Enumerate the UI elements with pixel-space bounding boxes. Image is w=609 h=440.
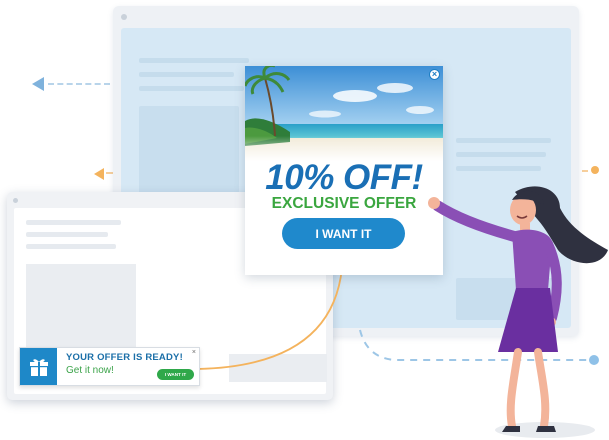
placeholder-block	[139, 106, 239, 196]
placeholder-line	[456, 138, 551, 143]
placeholder-line	[139, 72, 234, 77]
close-icon[interactable]: ×	[429, 69, 440, 80]
placeholder-line	[26, 244, 116, 249]
placeholder-block	[26, 264, 136, 349]
woman-illustration	[428, 186, 608, 438]
gift-icon	[20, 348, 57, 385]
toast-title: YOUR OFFER IS READY!	[66, 352, 183, 363]
toast-subtitle: Get it now!	[66, 365, 114, 376]
toast-close-icon[interactable]: ×	[192, 349, 196, 356]
placeholder-line	[26, 232, 108, 237]
offer-toast: YOUR OFFER IS READY! Get it now! × I WAN…	[19, 347, 200, 386]
placeholder-line	[139, 86, 244, 91]
placeholder-line	[456, 152, 546, 157]
i-want-it-button[interactable]: I WANT IT	[282, 218, 405, 249]
window-dot	[121, 14, 127, 20]
dashed-flow-line	[48, 83, 110, 85]
window-dot	[13, 198, 18, 203]
toast-cta-button[interactable]: I WANT IT	[157, 369, 194, 380]
left-arrow-icon	[32, 77, 44, 96]
orange-dot-icon	[591, 166, 599, 174]
exclusive-offer-label: EXCLUSIVE OFFER	[271, 195, 417, 212]
discount-headline: 10% OFF!	[265, 158, 423, 197]
left-arrow-icon	[94, 167, 104, 185]
placeholder-line	[26, 220, 121, 225]
placeholder-line	[456, 166, 541, 171]
placeholder-line	[139, 58, 249, 63]
beach-image	[245, 66, 443, 161]
offer-popup: × 10% OFF! EXCLUSIVE OFFER I WANT IT	[245, 66, 443, 275]
